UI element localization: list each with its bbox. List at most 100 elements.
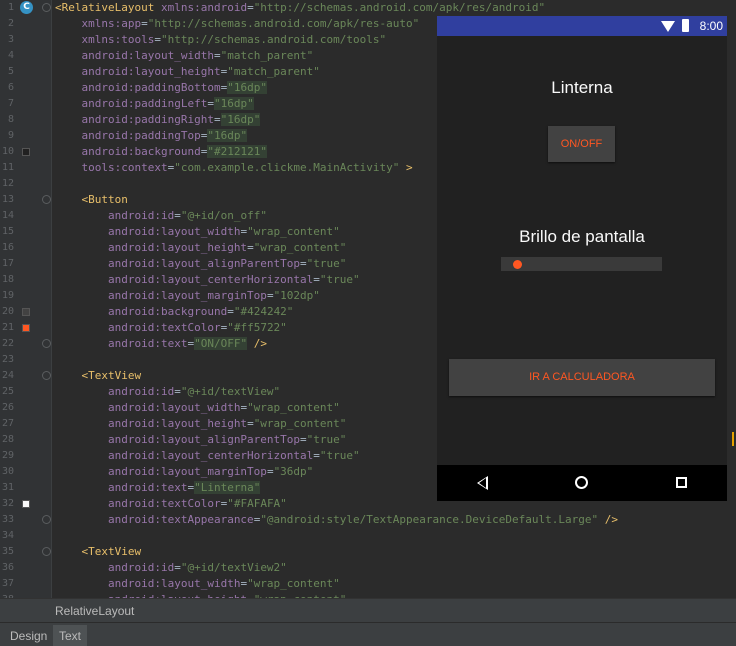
code-text: <TextView: [81, 369, 142, 382]
fold-icon[interactable]: [42, 3, 51, 12]
linterna-title: Linterna: [551, 78, 613, 97]
code-text: android:layout_marginTop="36dp": [107, 465, 314, 478]
tab-design[interactable]: Design: [4, 625, 53, 646]
code-line[interactable]: 1 C <RelativeLayout xmlns:android="http://…: [0, 0, 736, 16]
class-badge-icon[interactable]: C: [20, 1, 33, 14]
code-text: android:layout_width="wrap_content": [107, 225, 340, 238]
code-text: android:layout_height="wrap_content": [107, 417, 347, 430]
line-number: 27: [1, 418, 14, 429]
editor-tab-bar: Design Text: [0, 622, 736, 646]
line-number: 14: [1, 210, 14, 221]
code-text: android:paddingTop="16dp": [81, 129, 248, 142]
line-number: 37: [1, 578, 14, 589]
line-number: 30: [1, 466, 14, 477]
line-number: 31: [1, 482, 14, 493]
line-number: 9: [7, 130, 14, 141]
battery-icon: [682, 19, 689, 32]
line-number: 32: [1, 498, 14, 509]
code-editor[interactable]: 1 C <RelativeLayout xmlns:android="http://…: [0, 0, 736, 598]
line-number: 34: [1, 530, 14, 541]
code-text: android:layout_width="match_parent": [81, 49, 314, 62]
color-swatch-icon[interactable]: [22, 148, 30, 156]
on-off-button[interactable]: ON/OFF: [548, 126, 615, 162]
line-number: 19: [1, 290, 14, 301]
line-number: 21: [1, 322, 14, 333]
code-text: android:layout_width="wrap_content": [107, 401, 340, 414]
fold-icon[interactable]: [42, 339, 51, 348]
fold-icon[interactable]: [42, 371, 51, 380]
recents-icon[interactable]: [676, 477, 687, 488]
code-text: android:layout_alignParentTop="true": [107, 433, 347, 446]
code-text: <Button: [81, 193, 128, 206]
code-text: android:paddingRight="16dp": [81, 113, 261, 126]
code-text: android:id="@+id/textView2": [107, 561, 287, 574]
line-number: 22: [1, 338, 14, 349]
code-text: android:layout_marginTop="102dp": [107, 289, 320, 302]
code-text: android:background="#212121": [81, 145, 267, 158]
code-text: android:textAppearance="@android:style/T…: [107, 513, 618, 526]
line-number: 24: [1, 370, 14, 381]
code-text: <RelativeLayout xmlns:android="http://sc…: [55, 1, 546, 14]
wifi-icon: [661, 21, 675, 32]
line-number: 26: [1, 402, 14, 413]
line-number: 3: [7, 34, 14, 45]
fold-icon[interactable]: [42, 547, 51, 556]
fold-icon[interactable]: [42, 195, 51, 204]
code-text: android:layout_alignParentTop="true": [107, 257, 347, 270]
code-line[interactable]: 33 android:textAppearance="@android:styl…: [0, 512, 736, 528]
go-to-calculator-button[interactable]: IR A CALCULADORA: [449, 359, 715, 396]
code-text: <TextView: [81, 545, 142, 558]
status-bar: 8:00: [437, 16, 727, 36]
color-swatch-icon[interactable]: [22, 308, 30, 316]
code-text: android:text="Linterna": [107, 481, 261, 494]
layout-preview-phone: 8:00 Linterna ON/OFF Brillo de pantalla …: [437, 16, 727, 501]
color-swatch-icon[interactable]: [22, 500, 30, 508]
code-text: android:paddingBottom="16dp": [81, 81, 267, 94]
code-text: android:id="@+id/on_off": [107, 209, 267, 222]
line-number: 1: [7, 2, 14, 13]
home-icon[interactable]: [575, 476, 588, 489]
code-text: android:layout_centerHorizontal="true": [107, 273, 360, 286]
line-number: 29: [1, 450, 14, 461]
status-time: 8:00: [699, 19, 723, 33]
line-number: 35: [1, 546, 14, 557]
navigation-bar: [437, 465, 727, 501]
brightness-title: Brillo de pantalla: [519, 227, 645, 246]
line-number: 13: [1, 194, 14, 205]
line-number: 36: [1, 562, 14, 573]
line-number: 28: [1, 434, 14, 445]
code-text: android:layout_height="wrap_content": [107, 241, 347, 254]
line-number: 4: [7, 50, 14, 61]
color-swatch-icon[interactable]: [22, 324, 30, 332]
line-number: 15: [1, 226, 14, 237]
code-text: android:textColor="#FAFAFA": [107, 497, 287, 510]
line-number: 16: [1, 242, 14, 253]
back-icon[interactable]: [477, 476, 488, 490]
code-text: android:text="ON/OFF" />: [107, 337, 267, 350]
line-number: 25: [1, 386, 14, 397]
breadcrumb-bar: RelativeLayout: [0, 598, 736, 622]
code-line[interactable]: 34: [0, 528, 736, 544]
line-number: 10: [1, 146, 14, 157]
line-number: 18: [1, 274, 14, 285]
code-line[interactable]: 35 <TextView: [0, 544, 736, 560]
seekbar-thumb[interactable]: [512, 260, 522, 269]
code-text: android:layout_width="wrap_content": [107, 577, 340, 590]
tab-text[interactable]: Text: [53, 625, 88, 646]
line-number: 8: [7, 114, 14, 125]
line-number: 11: [1, 162, 14, 173]
breadcrumb[interactable]: RelativeLayout: [55, 604, 134, 618]
line-number: 23: [1, 354, 14, 365]
line-number: 2: [7, 18, 14, 29]
code-line[interactable]: 37 android:layout_width="wrap_content": [0, 576, 736, 592]
scrollbar-marker: [732, 432, 736, 446]
code-text: android:paddingLeft="16dp": [81, 97, 254, 110]
brightness-seekbar[interactable]: [501, 257, 662, 271]
code-text: android:layout_centerHorizontal="true": [107, 449, 360, 462]
line-number: 33: [1, 514, 14, 525]
code-text: android:background="#424242": [107, 305, 294, 318]
code-text: android:layout_height="match_parent": [81, 65, 320, 78]
line-number: 12: [1, 178, 14, 189]
code-line[interactable]: 36 android:id="@+id/textView2": [0, 560, 736, 576]
fold-icon[interactable]: [42, 515, 51, 524]
